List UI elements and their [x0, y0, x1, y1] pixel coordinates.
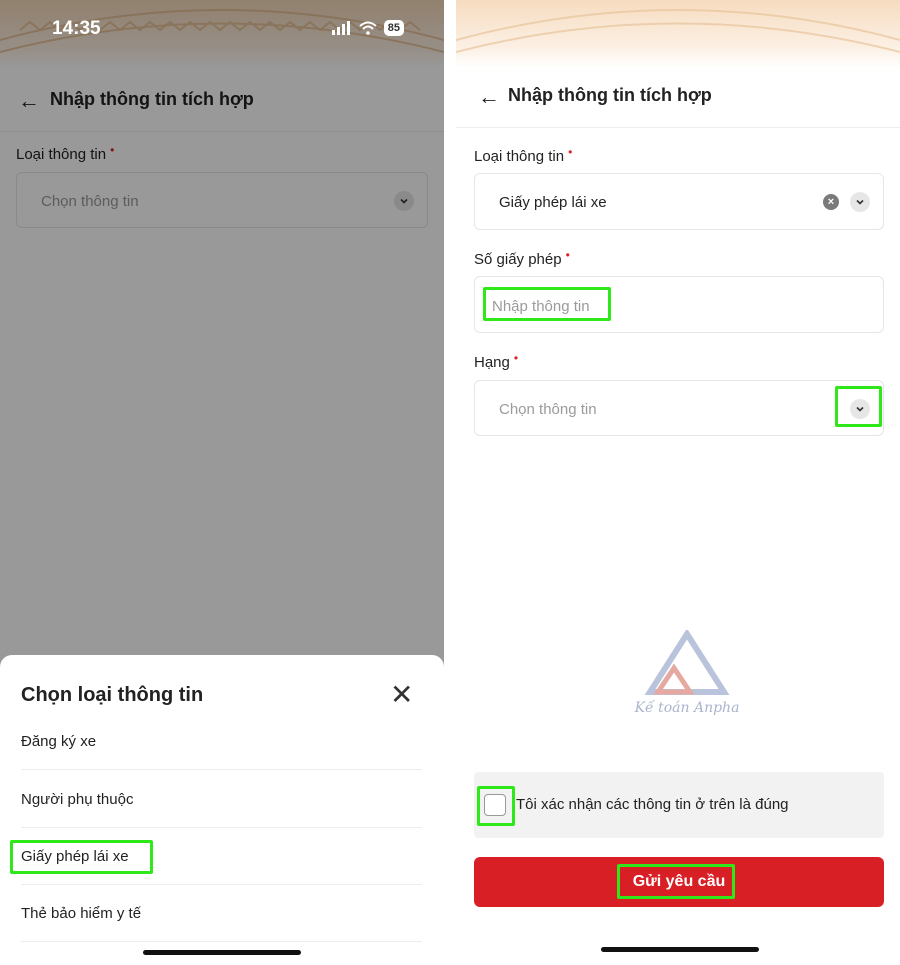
confirm-box[interactable]: Tôi xác nhận các thông tin ở trên là đún…	[474, 772, 884, 838]
label-text: Số giấy phép	[474, 251, 562, 268]
loai-thong-tin-select[interactable]: Giấy phép lái xe ×	[474, 173, 884, 230]
label-text: Hạng	[474, 354, 510, 371]
sheet-option-the-bao-hiem-y-te[interactable]: Thẻ bảo hiểm y tế	[21, 885, 422, 942]
status-bar: 14:35 85	[0, 18, 444, 42]
signal-icon	[331, 21, 350, 35]
sheet-title: Chọn loại thông tin	[21, 684, 204, 706]
sheet-option-giay-phep-lai-xe[interactable]: Giấy phép lái xe	[21, 828, 422, 885]
left-screen: ← Nhập thông tin tích hợp Loại thông tin…	[0, 0, 444, 965]
required-mark: •	[513, 351, 519, 365]
option-label: Đăng ký xe	[21, 733, 97, 750]
required-mark: •	[565, 248, 570, 262]
confirm-checkbox[interactable]	[484, 794, 506, 816]
so-giay-phep-field[interactable]: Nhập thông tin	[474, 276, 884, 333]
header-ornament	[456, 0, 900, 68]
battery-icon: 85	[383, 20, 404, 36]
submit-label: Gửi yêu cầu	[632, 873, 726, 890]
home-indicator	[601, 947, 759, 952]
bottom-sheet: Chọn loại thông tin ✕ Đăng ký xe Người p…	[0, 655, 444, 965]
watermark-icon	[644, 628, 730, 695]
back-arrow-icon[interactable]: ←	[478, 84, 500, 110]
right-screen: ← Nhập thông tin tích hợp Loại thông tin…	[456, 0, 900, 965]
select-placeholder: Chọn thông tin	[499, 401, 597, 418]
option-label: Giấy phép lái xe	[21, 848, 129, 865]
chevron-down-icon[interactable]	[850, 192, 870, 212]
required-mark: •	[568, 145, 573, 159]
option-label: Người phụ thuộc	[21, 791, 134, 808]
label-text: Loại thông tin	[474, 148, 565, 165]
confirm-text: Tôi xác nhận các thông tin ở trên là đún…	[516, 796, 789, 813]
watermark-logo: Kế toán Anpha	[632, 628, 742, 730]
clear-icon[interactable]: ×	[823, 194, 839, 210]
page-header: ← Nhập thông tin tích hợp	[456, 72, 900, 128]
field-label-so-giay-phep: Số giấy phép •	[474, 248, 570, 268]
field-label-loai-thong-tin: Loại thông tin •	[474, 145, 573, 165]
status-time: 14:35	[52, 18, 101, 39]
watermark-text: Kế toán Anpha	[634, 700, 740, 716]
page-title: Nhập thông tin tích hợp	[508, 85, 712, 105]
home-indicator	[143, 950, 301, 955]
sheet-option-dang-ky-xe[interactable]: Đăng ký xe	[21, 713, 422, 770]
chevron-down-icon[interactable]	[850, 399, 870, 419]
wifi-icon	[359, 21, 377, 35]
input-placeholder: Nhập thông tin	[492, 298, 590, 315]
sheet-option-nguoi-phu-thuoc[interactable]: Người phụ thuộc	[21, 771, 422, 828]
select-value: Giấy phép lái xe	[499, 194, 607, 211]
option-label: Thẻ bảo hiểm y tế	[21, 905, 142, 922]
field-label-hang: Hạng •	[474, 351, 519, 371]
ornament-pattern	[456, 9, 900, 53]
hang-select[interactable]: Chọn thông tin	[474, 380, 884, 436]
submit-button[interactable]: Gửi yêu cầu	[474, 857, 884, 907]
status-icons: 85	[331, 20, 404, 36]
close-icon[interactable]: ✕	[390, 681, 413, 709]
